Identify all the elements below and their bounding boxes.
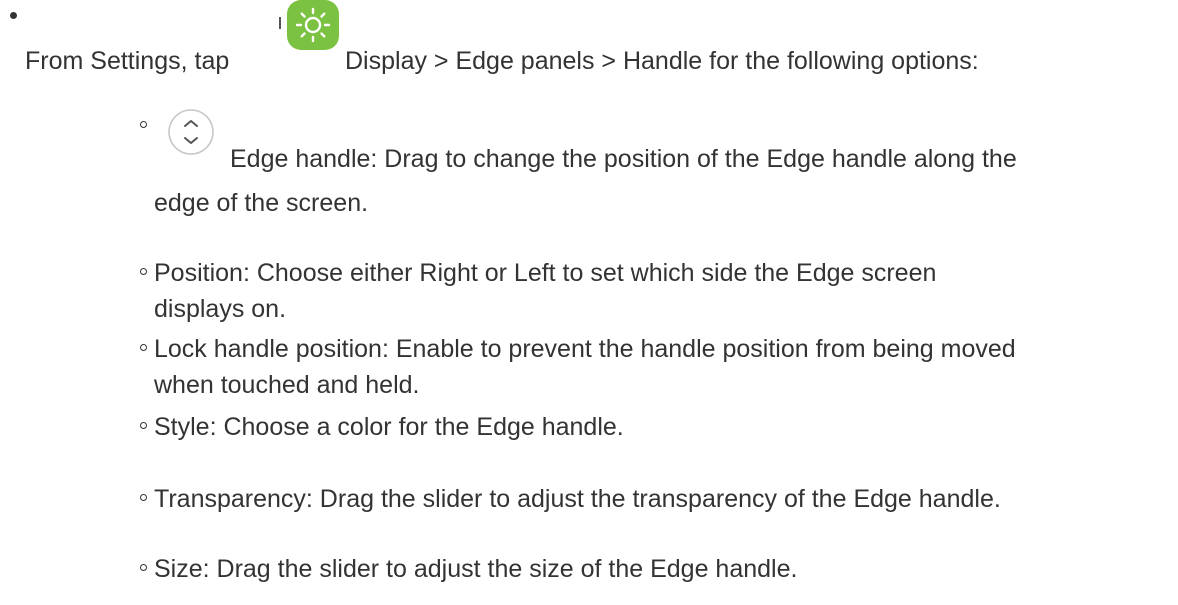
sub-bullet-marker — [140, 421, 147, 429]
list-item-position: Position: Choose either Right or Left to… — [140, 256, 937, 323]
option-edge-handle-line2: edge of the screen. — [154, 189, 369, 217]
option-transparency-line1: Transparency: Drag the slider to adjust … — [154, 485, 1001, 513]
option-position-line2: displays on. — [154, 295, 287, 323]
option-lock-line2: when touched and held. — [154, 371, 420, 399]
settings-gear-icon — [287, 0, 339, 50]
sub-bullet-marker — [140, 267, 147, 275]
option-lock-line1: Lock handle position: Enable to prevent … — [154, 335, 1016, 363]
sub-bullet-marker — [140, 121, 147, 128]
sub-bullet-marker — [140, 493, 147, 501]
intro-path-text: Display > Edge panels > Handle for the f… — [345, 47, 979, 75]
sub-bullet-marker — [140, 563, 147, 571]
intro-line: From Settings, tap Display > Edge panels… — [25, 44, 979, 78]
edge-handle-icon — [168, 109, 214, 155]
option-size-line1: Size: Drag the slider to adjust the size… — [154, 555, 798, 583]
list-item-transparency: Transparency: Drag the slider to adjust … — [140, 482, 1001, 516]
instructions-page: From Settings, tap Display > Edge panels… — [0, 0, 1178, 605]
list-item-style: Style: Choose a color for the Edge handl… — [140, 410, 624, 444]
option-position-line1: Position: Choose either Right or Left to… — [154, 259, 937, 287]
list-item-size: Size: Drag the slider to adjust the size… — [140, 552, 797, 586]
bullet-marker — [10, 12, 17, 19]
option-style-line1: Style: Choose a color for the Edge handl… — [154, 413, 624, 441]
option-edge-handle-line1: Edge handle: Drag to change the position… — [230, 145, 1017, 173]
separator-tick — [279, 17, 281, 29]
list-item-lock-handle-position: Lock handle position: Enable to prevent … — [140, 332, 1016, 399]
sub-bullet-marker — [140, 343, 147, 351]
intro-lead-text: From Settings, tap — [25, 47, 230, 75]
